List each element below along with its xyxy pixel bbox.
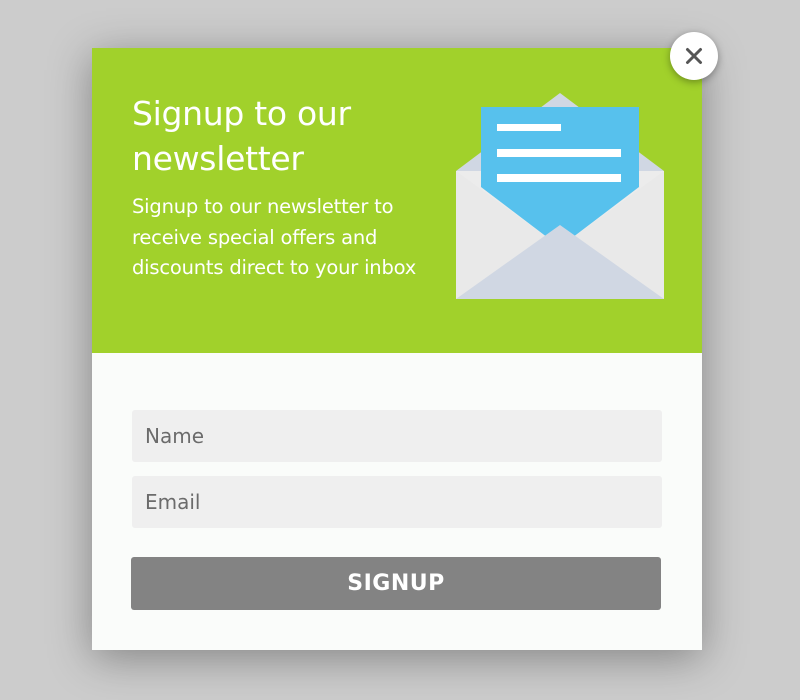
close-button[interactable] bbox=[670, 32, 718, 80]
name-input[interactable] bbox=[132, 410, 662, 462]
modal-description: Signup to our newsletter to receive spec… bbox=[132, 195, 417, 279]
signup-button[interactable]: SIGNUP bbox=[131, 557, 661, 610]
close-icon bbox=[686, 48, 702, 64]
email-input[interactable] bbox=[132, 476, 662, 528]
modal-header: Signup to our newsletter Signup to our n… bbox=[92, 48, 702, 353]
newsletter-modal: Signup to our newsletter Signup to our n… bbox=[92, 48, 702, 650]
modal-title: Signup to our newsletter bbox=[132, 94, 351, 178]
envelope-letter-icon bbox=[456, 93, 664, 299]
